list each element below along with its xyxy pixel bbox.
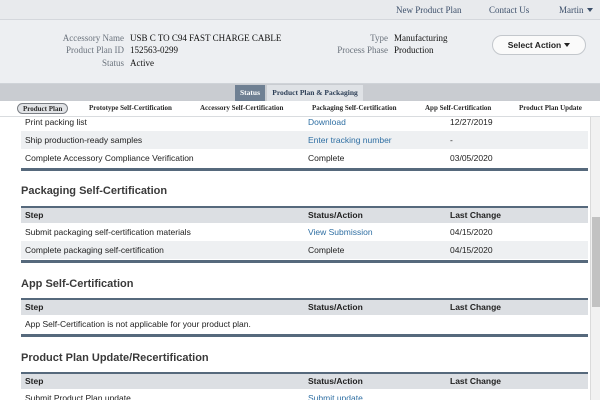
col-last-change: Last Change xyxy=(450,210,502,220)
last-change-cell: 04/15/2020 xyxy=(450,227,493,237)
accessory-name: USB C TO C94 FAST CHARGE CABLE xyxy=(130,33,282,43)
process-phase-label: Process Phase xyxy=(337,45,388,55)
select-action-button[interactable]: Select Action xyxy=(492,35,586,55)
table-row: Complete packaging self-certification Co… xyxy=(21,241,588,259)
top-nav: New Product Plan Contact Us Martin xyxy=(0,0,600,20)
download-link[interactable]: Download xyxy=(308,117,346,131)
table-row: App Self-Certification is not applicable… xyxy=(21,315,588,333)
vertical-scrollbar[interactable] xyxy=(590,117,600,400)
section-title-update: Product Plan Update/Recertification xyxy=(21,352,209,364)
section-title-packaging: Packaging Self-Certification xyxy=(21,185,168,197)
step-cell: Complete packaging self-certification xyxy=(25,245,164,255)
col-status: Status/Action xyxy=(308,302,363,312)
contact-us-link[interactable]: Contact Us xyxy=(489,5,529,15)
status-cell: Complete xyxy=(308,153,345,163)
status-value: Active xyxy=(130,58,154,68)
step-product-plan[interactable]: Product Plan xyxy=(17,103,69,114)
select-action-label: Select Action xyxy=(507,40,562,50)
plan-id: 152563-0299 xyxy=(130,45,178,55)
step-cell: Submit packaging self-certification mate… xyxy=(25,227,191,237)
table-row: Submit Product Plan update Submit update xyxy=(21,389,588,400)
col-status: Status/Action xyxy=(308,210,363,220)
section-title-app: App Self-Certification xyxy=(21,278,134,290)
table-header: Step Status/Action Last Change xyxy=(21,372,588,389)
tab-product-plan-packaging[interactable]: Product Plan & Packaging xyxy=(267,85,363,101)
last-change-cell: - xyxy=(450,135,453,145)
tab-status[interactable]: Status xyxy=(235,85,265,101)
table-row: Print packing list Download 12/27/2019 xyxy=(21,117,588,131)
table-header: Step Status/Action Last Change xyxy=(21,298,588,315)
last-change-cell: 12/27/2019 xyxy=(450,117,493,127)
step-product-plan-update[interactable]: Product Plan Update xyxy=(519,104,582,112)
table-row: Complete Accessory Compliance Verificati… xyxy=(21,149,588,167)
table-row: Ship production-ready samples Enter trac… xyxy=(21,131,588,149)
step-cell: Ship production-ready samples xyxy=(25,135,143,145)
type-value: Manufacturing xyxy=(394,33,448,43)
enter-tracking-link[interactable]: Enter tracking number xyxy=(308,131,392,149)
user-name: Martin xyxy=(559,5,584,15)
step-packaging-self-certification[interactable]: Packaging Self-Certification xyxy=(312,104,397,112)
status-cell: Complete xyxy=(308,245,345,255)
plan-header: Accessory Name USB C TO C94 FAST CHARGE … xyxy=(0,20,600,84)
new-product-plan-link[interactable]: New Product Plan xyxy=(396,5,462,15)
table-divider xyxy=(21,334,588,337)
main-content: Print packing list Download 12/27/2019 S… xyxy=(0,117,588,400)
chevron-down-icon xyxy=(586,8,593,12)
process-phase-value: Production xyxy=(394,45,434,55)
last-change-cell: 04/15/2020 xyxy=(450,245,493,255)
scrollbar-thumb[interactable] xyxy=(592,217,600,307)
steps-nav: Product Plan Prototype Self-Certificatio… xyxy=(0,101,600,117)
plan-id-label: Product Plan ID xyxy=(66,45,124,55)
step-cell: Complete Accessory Compliance Verificati… xyxy=(25,153,194,163)
col-last-change: Last Change xyxy=(450,376,502,386)
col-status: Status/Action xyxy=(308,376,363,386)
col-step: Step xyxy=(25,376,44,386)
table-header: Step Status/Action Last Change xyxy=(21,206,588,223)
not-applicable-message: App Self-Certification is not applicable… xyxy=(25,319,251,329)
submit-update-link[interactable]: Submit update xyxy=(308,389,363,400)
view-submission-link[interactable]: View Submission xyxy=(308,223,373,241)
chevron-down-icon xyxy=(564,43,571,47)
step-prototype-self-certification[interactable]: Prototype Self-Certification xyxy=(89,104,172,112)
col-step: Step xyxy=(25,302,44,312)
step-cell: Print packing list xyxy=(25,117,87,127)
table-divider xyxy=(21,260,588,263)
step-app-self-certification[interactable]: App Self-Certification xyxy=(425,104,491,112)
status-label: Status xyxy=(101,58,124,68)
col-step: Step xyxy=(25,210,44,220)
user-menu[interactable]: Martin xyxy=(559,5,593,15)
type-label: Type xyxy=(370,33,388,43)
step-cell: Submit Product Plan update xyxy=(25,393,131,400)
step-accessory-self-certification[interactable]: Accessory Self-Certification xyxy=(200,104,283,112)
col-last-change: Last Change xyxy=(450,302,502,312)
table-row: Submit packaging self-certification mate… xyxy=(21,223,588,241)
table-divider xyxy=(21,168,588,171)
last-change-cell: 03/05/2020 xyxy=(450,153,493,163)
tab-bar: Status Product Plan & Packaging xyxy=(0,84,600,101)
accessory-name-label: Accessory Name xyxy=(62,33,124,43)
